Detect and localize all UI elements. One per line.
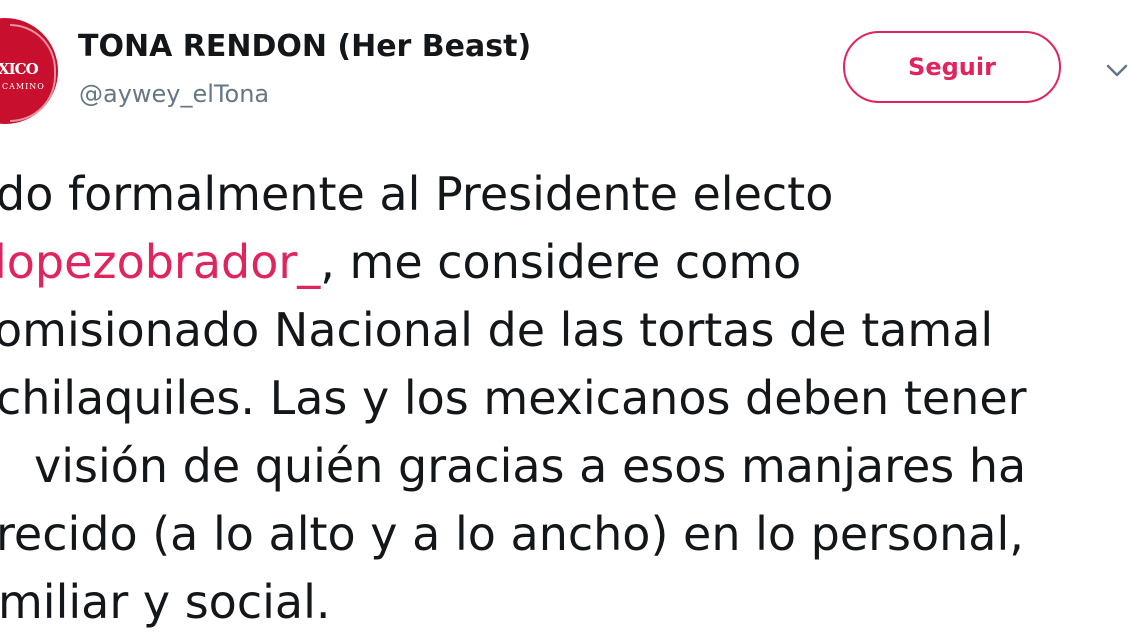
avatar-logo: XICO CAMINO: [0, 30, 52, 112]
author-handle[interactable]: @aywey_elTona: [79, 80, 269, 108]
mention-link[interactable]: lopezobrador_: [0, 235, 320, 289]
tweet-line: visión de quién gracias a esos manjares …: [34, 432, 1140, 500]
chevron-down-icon[interactable]: [1104, 58, 1130, 84]
follow-button[interactable]: Seguir: [843, 31, 1061, 103]
tweet-line: miliar y social.: [0, 568, 1138, 636]
avatar-logo-text: XICO: [0, 60, 39, 78]
tweet-line-text: chilaquiles. Las y los mexicanos deben t…: [0, 371, 1027, 425]
tweet-line: recido (a lo alto y a lo ancho) en lo pe…: [0, 500, 1136, 568]
tweet-text: do formalmente al Presidente electo lope…: [0, 160, 1140, 636]
tweet-line: chilaquiles. Las y los mexicanos deben t…: [0, 364, 1136, 432]
tweet-line: lopezobrador_, me considere como: [0, 228, 1134, 296]
tweet-line-text: do formalmente al Presidente electo: [0, 167, 834, 221]
avatar-logo-subtext: CAMINO: [2, 82, 45, 91]
tweet-line: do formalmente al Presidente electo: [0, 160, 1136, 228]
tweet-line-text: visión de quién gracias a esos manjares …: [34, 439, 1027, 493]
tweet-line-text: omisionado Nacional de las tortas de tam…: [0, 303, 994, 357]
author-display-name[interactable]: TONA RENDON (Her Beast): [78, 29, 531, 64]
tweet-line-text: miliar y social.: [0, 575, 331, 629]
tweet-line: omisionado Nacional de las tortas de tam…: [0, 296, 1134, 364]
avatar[interactable]: XICO CAMINO: [0, 18, 58, 124]
tweet-line-text: recido (a lo alto y a lo ancho) en lo pe…: [0, 507, 1024, 561]
tweet-line-text: , me considere como: [320, 235, 802, 289]
